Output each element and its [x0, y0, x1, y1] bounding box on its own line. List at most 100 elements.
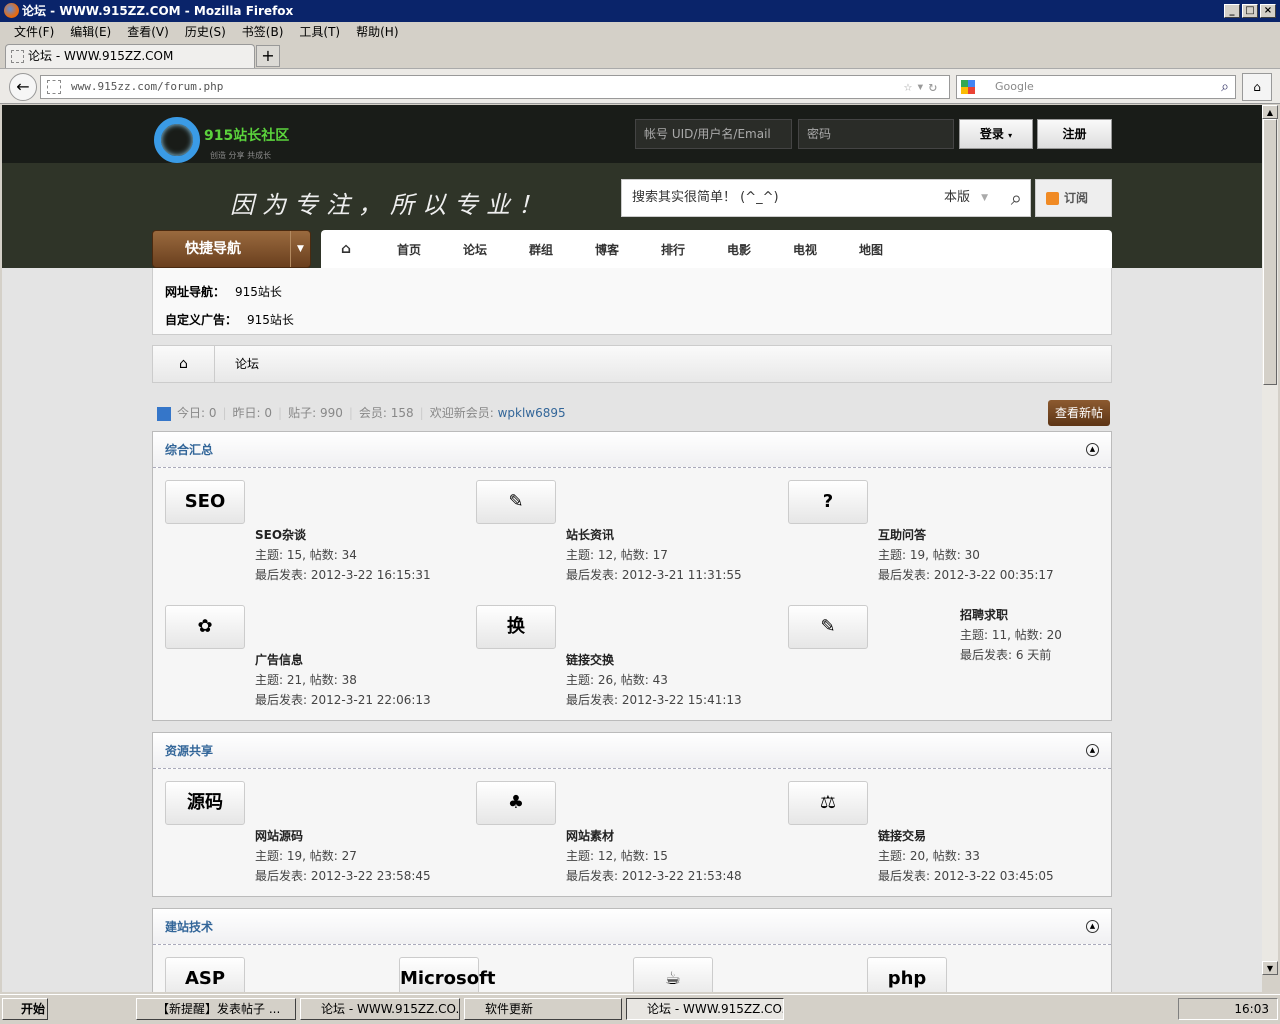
forum-last-post[interactable]: 最后发表: 2012-3-22 00:35:17 — [878, 565, 1054, 585]
menu-file[interactable]: 文件(F) — [6, 22, 62, 42]
taskbar: 开始 【新提醒】发表帖子 ... 论坛 - WWW.915ZZ.CO... 软件… — [0, 994, 1280, 1024]
forum-icon[interactable]: 换 — [476, 605, 556, 649]
breadcrumb: ⌂ 论坛 — [152, 345, 1112, 383]
forum-last-post[interactable]: 最后发表: 2012-3-22 15:41:13 — [566, 690, 742, 710]
subnav-label: 网址导航： — [165, 285, 226, 299]
site-logo[interactable]: 915站长社区 创造 分享 共成长 — [154, 115, 294, 163]
forum-icon[interactable]: ✎ — [788, 605, 868, 649]
subnav-link[interactable]: 915站长 — [247, 313, 294, 327]
login-button[interactable]: 登录 ▾ — [959, 119, 1033, 149]
search-icon[interactable]: ⌕ — [1011, 180, 1022, 216]
new-member-link[interactable]: wpklw6895 — [498, 406, 566, 420]
subnav-label: 自定义广告： — [165, 313, 238, 327]
forum-name[interactable]: 招聘求职 — [960, 605, 1062, 625]
quick-nav-button[interactable]: 快捷导航 ▼ — [152, 230, 311, 268]
forum-icon[interactable]: php — [867, 957, 947, 992]
home-icon[interactable]: ⌂ — [153, 346, 215, 382]
forum-icon[interactable]: ♣ — [476, 781, 556, 825]
start-button[interactable]: 开始 — [2, 998, 48, 1020]
chevron-down-icon[interactable]: ▼ — [290, 231, 310, 267]
scroll-down-arrow[interactable]: ▼ — [1262, 961, 1278, 975]
taskbar-item[interactable]: 【新提醒】发表帖子 ... — [136, 998, 296, 1020]
forum-last-post[interactable]: 最后发表: 6 天前 — [960, 645, 1062, 665]
forum-name[interactable]: SEO杂谈 — [255, 525, 431, 545]
section-title[interactable]: 资源共享 — [153, 733, 1111, 769]
maximize-button[interactable]: □ — [1242, 4, 1258, 18]
nav-blog[interactable]: 博客 — [595, 241, 661, 258]
section-title[interactable]: 建站技术 — [153, 909, 1111, 945]
forum-last-post[interactable]: 最后发表: 2012-3-22 16:15:31 — [255, 565, 431, 585]
register-button[interactable]: 注册 — [1037, 119, 1112, 149]
close-button[interactable]: × — [1260, 4, 1276, 18]
vertical-scrollbar[interactable]: ▲ ▼ — [1262, 105, 1278, 975]
forum-name[interactable]: 网站源码 — [255, 826, 431, 846]
subscribe-button[interactable]: 订阅 — [1035, 179, 1112, 217]
forum-last-post[interactable]: 最后发表: 2012-3-21 22:06:13 — [255, 690, 431, 710]
nav-forum[interactable]: 论坛 — [463, 241, 529, 258]
minimize-button[interactable]: _ — [1224, 4, 1240, 18]
nav-tv[interactable]: 电视 — [793, 241, 859, 258]
forum-last-post[interactable]: 最后发表: 2012-3-22 03:45:05 — [878, 866, 1054, 886]
forum-name[interactable]: 互助问答 — [878, 525, 1054, 545]
web-search-box[interactable]: Google ⌕ — [956, 75, 1236, 99]
search-icon[interactable]: ⌕ — [1221, 76, 1229, 98]
forum-last-post[interactable]: 最后发表: 2012-3-22 21:53:48 — [566, 866, 742, 886]
collapse-icon[interactable]: ▲ — [1086, 744, 1099, 757]
forum-icon[interactable]: SEO — [165, 480, 245, 524]
menu-bookmarks[interactable]: 书签(B) — [234, 22, 292, 42]
forum-name[interactable]: 网站素材 — [566, 826, 742, 846]
section-title[interactable]: 综合汇总 — [153, 432, 1111, 468]
forum-section: 综合汇总 ▲ SEO SEO杂谈 主题: 15, 帖数: 34 最后发表: 2012-3-… — [152, 431, 1112, 721]
forum-icon[interactable]: 源码 — [165, 781, 245, 825]
nav-groups[interactable]: 群组 — [529, 241, 595, 258]
menu-view[interactable]: 查看(V) — [119, 22, 177, 42]
forum-name[interactable]: 站长资讯 — [566, 525, 742, 545]
taskbar-item[interactable]: 论坛 - WWW.915ZZ.CO... — [626, 998, 784, 1020]
nav-ranking[interactable]: 排行 — [661, 241, 727, 258]
forum-icon[interactable]: ? — [788, 480, 868, 524]
home-icon[interactable]: ⌂ — [341, 241, 397, 257]
forum-name[interactable]: 链接交易 — [878, 826, 1054, 846]
password-input[interactable]: 密码 — [798, 119, 954, 149]
scroll-up-arrow[interactable]: ▲ — [1262, 105, 1278, 119]
menu-edit[interactable]: 编辑(E) — [62, 22, 119, 42]
collapse-icon[interactable]: ▲ — [1086, 443, 1099, 456]
clock: 16:03 — [1234, 1002, 1269, 1016]
menu-bar: 文件(F) 编辑(E) 查看(V) 历史(S) 书签(B) 工具(T) 帮助(H) — [0, 22, 1280, 42]
search-scope-select[interactable]: 本版 — [944, 180, 970, 216]
forum-icon[interactable]: ASP — [165, 957, 245, 992]
nav-map[interactable]: 地图 — [859, 241, 925, 258]
account-input[interactable]: 帐号 UID/用户名/Email — [635, 119, 792, 149]
forum-icon[interactable]: ☕ — [633, 957, 713, 992]
taskbar-item[interactable]: 软件更新 — [464, 998, 622, 1020]
collapse-icon[interactable]: ▲ — [1086, 920, 1099, 933]
system-tray: 16:03 — [1178, 998, 1278, 1020]
url-bar[interactable]: www.915zz.com/forum.php ☆▾↻ — [40, 75, 950, 99]
home-button[interactable]: ⌂ — [1242, 73, 1272, 101]
back-button[interactable]: ← — [9, 73, 37, 101]
chevron-down-icon[interactable]: ▾ — [1008, 131, 1012, 140]
forum-icon[interactable]: ✎ — [476, 480, 556, 524]
browser-tab[interactable]: 论坛 - WWW.915ZZ.COM — [5, 44, 255, 68]
breadcrumb-item[interactable]: 论坛 — [235, 346, 259, 382]
menu-tools[interactable]: 工具(T) — [291, 22, 348, 42]
nav-movies[interactable]: 电影 — [727, 241, 793, 258]
forum-last-post[interactable]: 最后发表: 2012-3-21 11:31:55 — [566, 565, 742, 585]
forum-name[interactable]: 广告信息 — [255, 650, 431, 670]
forum-icon[interactable]: ⚖ — [788, 781, 868, 825]
nav-home[interactable]: 首页 — [397, 241, 463, 258]
new-tab-button[interactable]: + — [256, 45, 280, 67]
taskbar-item[interactable]: 论坛 - WWW.915ZZ.CO... — [300, 998, 460, 1020]
view-new-posts-button[interactable]: 查看新帖 — [1048, 400, 1110, 426]
forum-icon[interactable]: ✿ — [165, 605, 245, 649]
forum-icon[interactable]: Microsoft .net — [399, 957, 496, 992]
forum-search-input[interactable]: 搜索其实很简单！ (^_^) 本版 ▼ ⌕ — [621, 179, 1031, 217]
forum-name[interactable]: 链接交换 — [566, 650, 742, 670]
menu-help[interactable]: 帮助(H) — [348, 22, 406, 42]
bookmark-star-icon[interactable]: ☆▾↻ — [904, 76, 941, 98]
forum-last-post[interactable]: 最后发表: 2012-3-22 23:58:45 — [255, 866, 431, 886]
scroll-thumb[interactable] — [1263, 119, 1277, 385]
menu-history[interactable]: 历史(S) — [177, 22, 234, 42]
subnav-link[interactable]: 915站长 — [235, 285, 282, 299]
sub-nav: 网址导航： 915站长 自定义广告： 915站长 — [152, 268, 1112, 335]
